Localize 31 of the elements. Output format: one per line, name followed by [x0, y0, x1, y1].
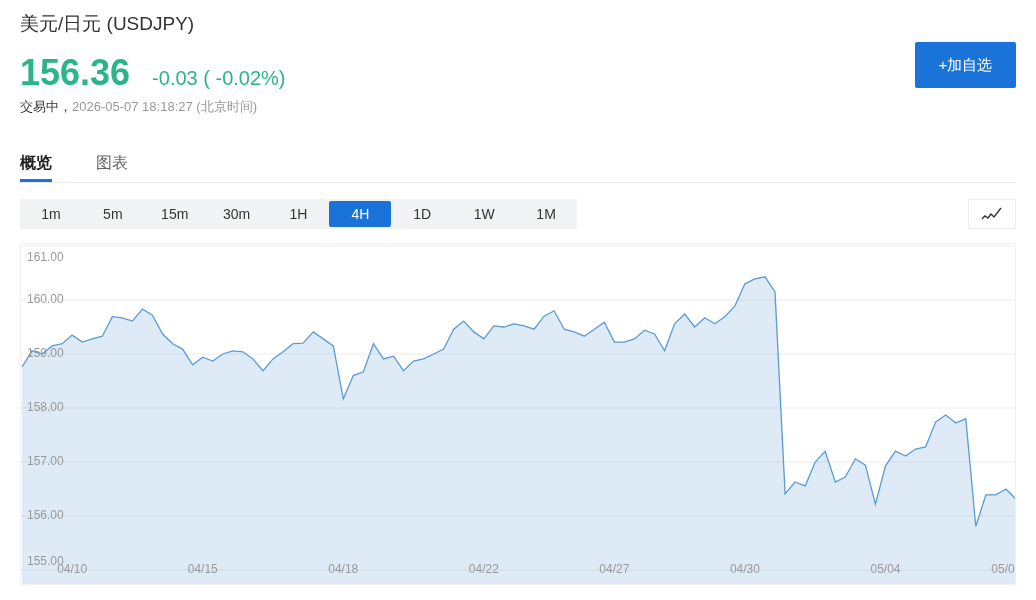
line-chart-icon — [981, 207, 1003, 221]
tab[interactable]: 图表 — [96, 148, 128, 182]
period-button[interactable]: 15m — [143, 201, 206, 227]
timestamp: 2026-05-07 18:18:27 (北京时间) — [72, 99, 257, 114]
period-button[interactable]: 1D — [391, 201, 454, 227]
trading-status: 交易中， — [20, 99, 72, 114]
instrument-title: 美元/日元 (USDJPY) — [20, 12, 196, 36]
add-watchlist-button[interactable]: +加自选 — [915, 42, 1016, 88]
price: 156.36 — [20, 52, 131, 94]
x-axis-label: 04/15 — [187, 562, 218, 577]
chart-type-button[interactable] — [968, 199, 1016, 229]
period-button[interactable]: 5m — [81, 201, 144, 227]
x-axis-label: 05/04 — [870, 562, 901, 577]
period-button[interactable]: 4H — [329, 201, 392, 227]
period-button[interactable]: 1M — [515, 201, 577, 227]
price-change: -0.03 ( -0.02%) — [152, 67, 286, 90]
tab[interactable]: 概览 — [20, 148, 52, 182]
y-axis-label: 158.00 — [27, 400, 64, 415]
y-axis-label: 157.00 — [27, 454, 64, 469]
period-button[interactable]: 1H — [267, 201, 330, 227]
x-axis-label: 05/0 — [991, 562, 1015, 577]
period-button[interactable]: 1W — [453, 201, 516, 227]
period-button[interactable]: 30m — [205, 201, 268, 227]
x-axis-label: 04/22 — [468, 562, 499, 577]
period-button[interactable]: 1m — [20, 201, 82, 227]
x-axis-label: 04/30 — [729, 562, 760, 577]
x-axis-label: 04/27 — [599, 562, 630, 577]
x-axis-label: 04/18 — [328, 562, 359, 577]
y-axis-label: 156.00 — [27, 508, 64, 523]
y-axis-label: 161.00 — [27, 250, 64, 265]
y-axis-label: 160.00 — [27, 292, 64, 307]
